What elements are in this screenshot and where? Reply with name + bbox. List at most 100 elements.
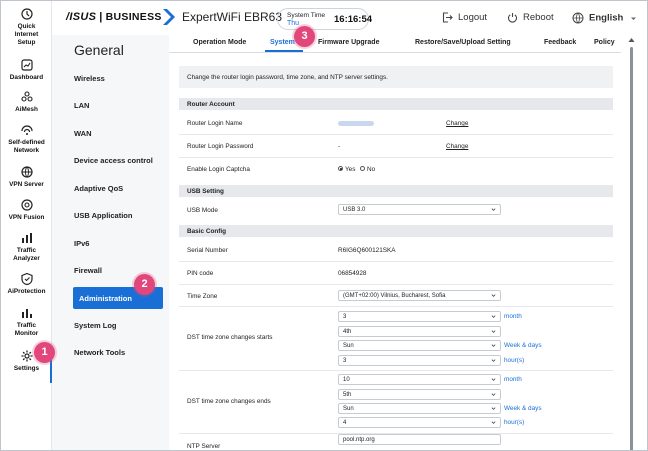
nav-aiprotection[interactable]: AiProtection xyxy=(1,272,52,296)
usb-mode-select[interactable]: USB 3.0 xyxy=(338,204,501,215)
divider xyxy=(179,261,613,262)
brand-logo: /ISUS | BUSINESS xyxy=(66,11,162,23)
content-scrollbar[interactable] xyxy=(627,35,635,450)
serial-number-value: R6IG6Q600121SKA xyxy=(338,247,396,254)
router-login-name-label: Router Login Name xyxy=(187,120,243,127)
dst-end-month-select[interactable]: 10 xyxy=(338,374,501,385)
nav-label: AiProtection xyxy=(7,288,46,295)
divider xyxy=(179,306,613,307)
captcha-no-radio[interactable] xyxy=(360,166,365,171)
logout-button[interactable]: Logout xyxy=(442,12,487,23)
step-badge-1: 1 xyxy=(34,342,55,363)
captcha-yes-radio[interactable] xyxy=(338,166,343,171)
time-zone-value: (GMT+02:00) Vilnius, Bucharest, Sofia xyxy=(343,293,446,299)
nav-self-defined-network[interactable]: Self-defined Network xyxy=(1,123,52,155)
nav-label: VPN Server xyxy=(9,181,44,188)
dst-end-week-select[interactable]: 5th xyxy=(338,389,501,400)
nav-aimesh[interactable]: AiMesh xyxy=(1,90,52,114)
dst-start-day-select[interactable]: Sun xyxy=(338,340,501,351)
business-label: BUSINESS xyxy=(105,11,162,23)
nav-label: Dashboard xyxy=(9,74,44,81)
vpn-fusion-icon xyxy=(20,199,33,211)
unit-month: month xyxy=(504,376,522,383)
menu-item-device-access-control[interactable]: Device access control xyxy=(74,156,153,165)
router-login-password-label: Router Login Password xyxy=(187,143,254,150)
select-value: 4 xyxy=(343,420,347,426)
serial-number-label: Serial Number xyxy=(187,247,228,254)
change-login-name-link[interactable]: Change xyxy=(446,120,468,127)
unit-month: month xyxy=(504,313,522,320)
dst-start-month-select[interactable]: 3 xyxy=(338,311,501,322)
dst-end-hour-select[interactable]: 4 xyxy=(338,417,501,428)
ntp-server-input[interactable]: pool.ntp.org xyxy=(338,434,501,445)
top-bar: /ISUS | BUSINESS ExpertWiFi EBR63 System T… xyxy=(52,1,647,35)
nav-label: Traffic Analyzer xyxy=(13,247,40,262)
section-title: USB Setting xyxy=(187,188,224,195)
menu-item-ipv6[interactable]: IPv6 xyxy=(74,239,89,248)
chevron-down-icon xyxy=(491,208,496,211)
select-value: Sun xyxy=(343,343,354,349)
nav-label: Traffic Monitor xyxy=(14,322,39,337)
tab-firmware-upgrade[interactable]: Firmware Upgrade xyxy=(318,39,379,46)
time-zone-label: Time Zone xyxy=(187,293,218,300)
pin-code-value: 06854928 xyxy=(338,270,367,277)
tab-feedback[interactable]: Feedback xyxy=(544,39,576,46)
nav-traffic-analyzer[interactable]: Traffic Analyzer xyxy=(1,231,52,263)
select-value: 3 xyxy=(343,314,347,320)
divider xyxy=(179,157,613,158)
chevron-down-icon xyxy=(491,344,496,347)
router-admin-window: Quick Internet Setup Dashboard AiMesh Se… xyxy=(0,0,648,451)
menu-item-label: Administration xyxy=(79,294,132,303)
divider xyxy=(179,370,613,371)
tab-active-indicator xyxy=(265,50,303,52)
section-title: Basic Config xyxy=(187,228,227,235)
menu-item-system-log[interactable]: System Log xyxy=(74,321,117,330)
scrollbar-thumb[interactable] xyxy=(630,47,633,450)
menu-item-wireless[interactable]: Wireless xyxy=(74,74,105,83)
tab-system[interactable]: System xyxy=(270,39,295,46)
chevron-down-icon xyxy=(630,17,636,20)
nav-dashboard[interactable]: Dashboard xyxy=(1,58,52,82)
reboot-button[interactable]: Reboot xyxy=(507,12,554,23)
nav-vpn-fusion[interactable]: VPN Fusion xyxy=(1,198,52,222)
tab-policy[interactable]: Policy xyxy=(594,39,615,46)
unit-hours: hour(s) xyxy=(504,419,525,426)
dst-end-day-select[interactable]: Sun xyxy=(338,403,501,414)
time-zone-select[interactable]: (GMT+02:00) Vilnius, Bucharest, Sofia xyxy=(338,290,501,301)
captcha-radio-group: Yes No xyxy=(338,166,398,174)
nav-quick-internet-setup[interactable]: Quick Internet Setup xyxy=(1,7,52,47)
change-password-link[interactable]: Change xyxy=(446,143,468,150)
menu-item-usb-application[interactable]: USB Application xyxy=(74,211,132,220)
dst-start-hour-select[interactable]: 3 xyxy=(338,355,501,366)
usb-mode-value: USB 3.0 xyxy=(343,207,366,213)
dst-start-week-select[interactable]: 4th xyxy=(338,326,501,337)
logout-icon xyxy=(442,12,453,23)
reboot-label: Reboot xyxy=(523,12,554,24)
aimesh-icon xyxy=(20,91,33,102)
nav-label: Self-defined Network xyxy=(8,139,45,154)
menu-item-firewall[interactable]: Firewall xyxy=(74,266,102,275)
menu-item-lan[interactable]: LAN xyxy=(74,101,89,110)
enable-login-captcha-label: Enable Login Captcha xyxy=(187,166,250,173)
nav-vpn-server[interactable]: VPN Server xyxy=(1,165,52,189)
system-time-label: System Time xyxy=(287,12,326,19)
admin-tabs: Operation Mode System Firmware Upgrade R… xyxy=(169,35,621,53)
captcha-no-label: No xyxy=(367,166,376,173)
nav-traffic-monitor[interactable]: Traffic Monitor xyxy=(1,306,52,338)
traffic-analyzer-icon xyxy=(21,233,32,243)
menu-item-network-tools[interactable]: Network Tools xyxy=(74,348,125,357)
divider xyxy=(179,134,613,135)
brand-separator: | xyxy=(99,11,103,23)
section-title: Router Account xyxy=(187,101,235,108)
select-value: 4th xyxy=(343,329,352,335)
scroll-up-arrow-icon[interactable] xyxy=(628,37,635,43)
menu-item-wan[interactable]: WAN xyxy=(74,129,92,138)
chevron-down-icon xyxy=(491,330,496,333)
brand-chevron-icon xyxy=(163,9,175,25)
general-menu: General Wireless LAN WAN Device access c… xyxy=(52,35,169,450)
menu-item-adaptive-qos[interactable]: Adaptive QoS xyxy=(74,184,123,193)
tab-restore-save-upload[interactable]: Restore/Save/Upload Setting xyxy=(415,39,511,46)
language-selector[interactable]: English xyxy=(572,12,637,24)
usb-mode-label: USB Mode xyxy=(187,207,218,214)
tab-operation-mode[interactable]: Operation Mode xyxy=(193,39,246,46)
